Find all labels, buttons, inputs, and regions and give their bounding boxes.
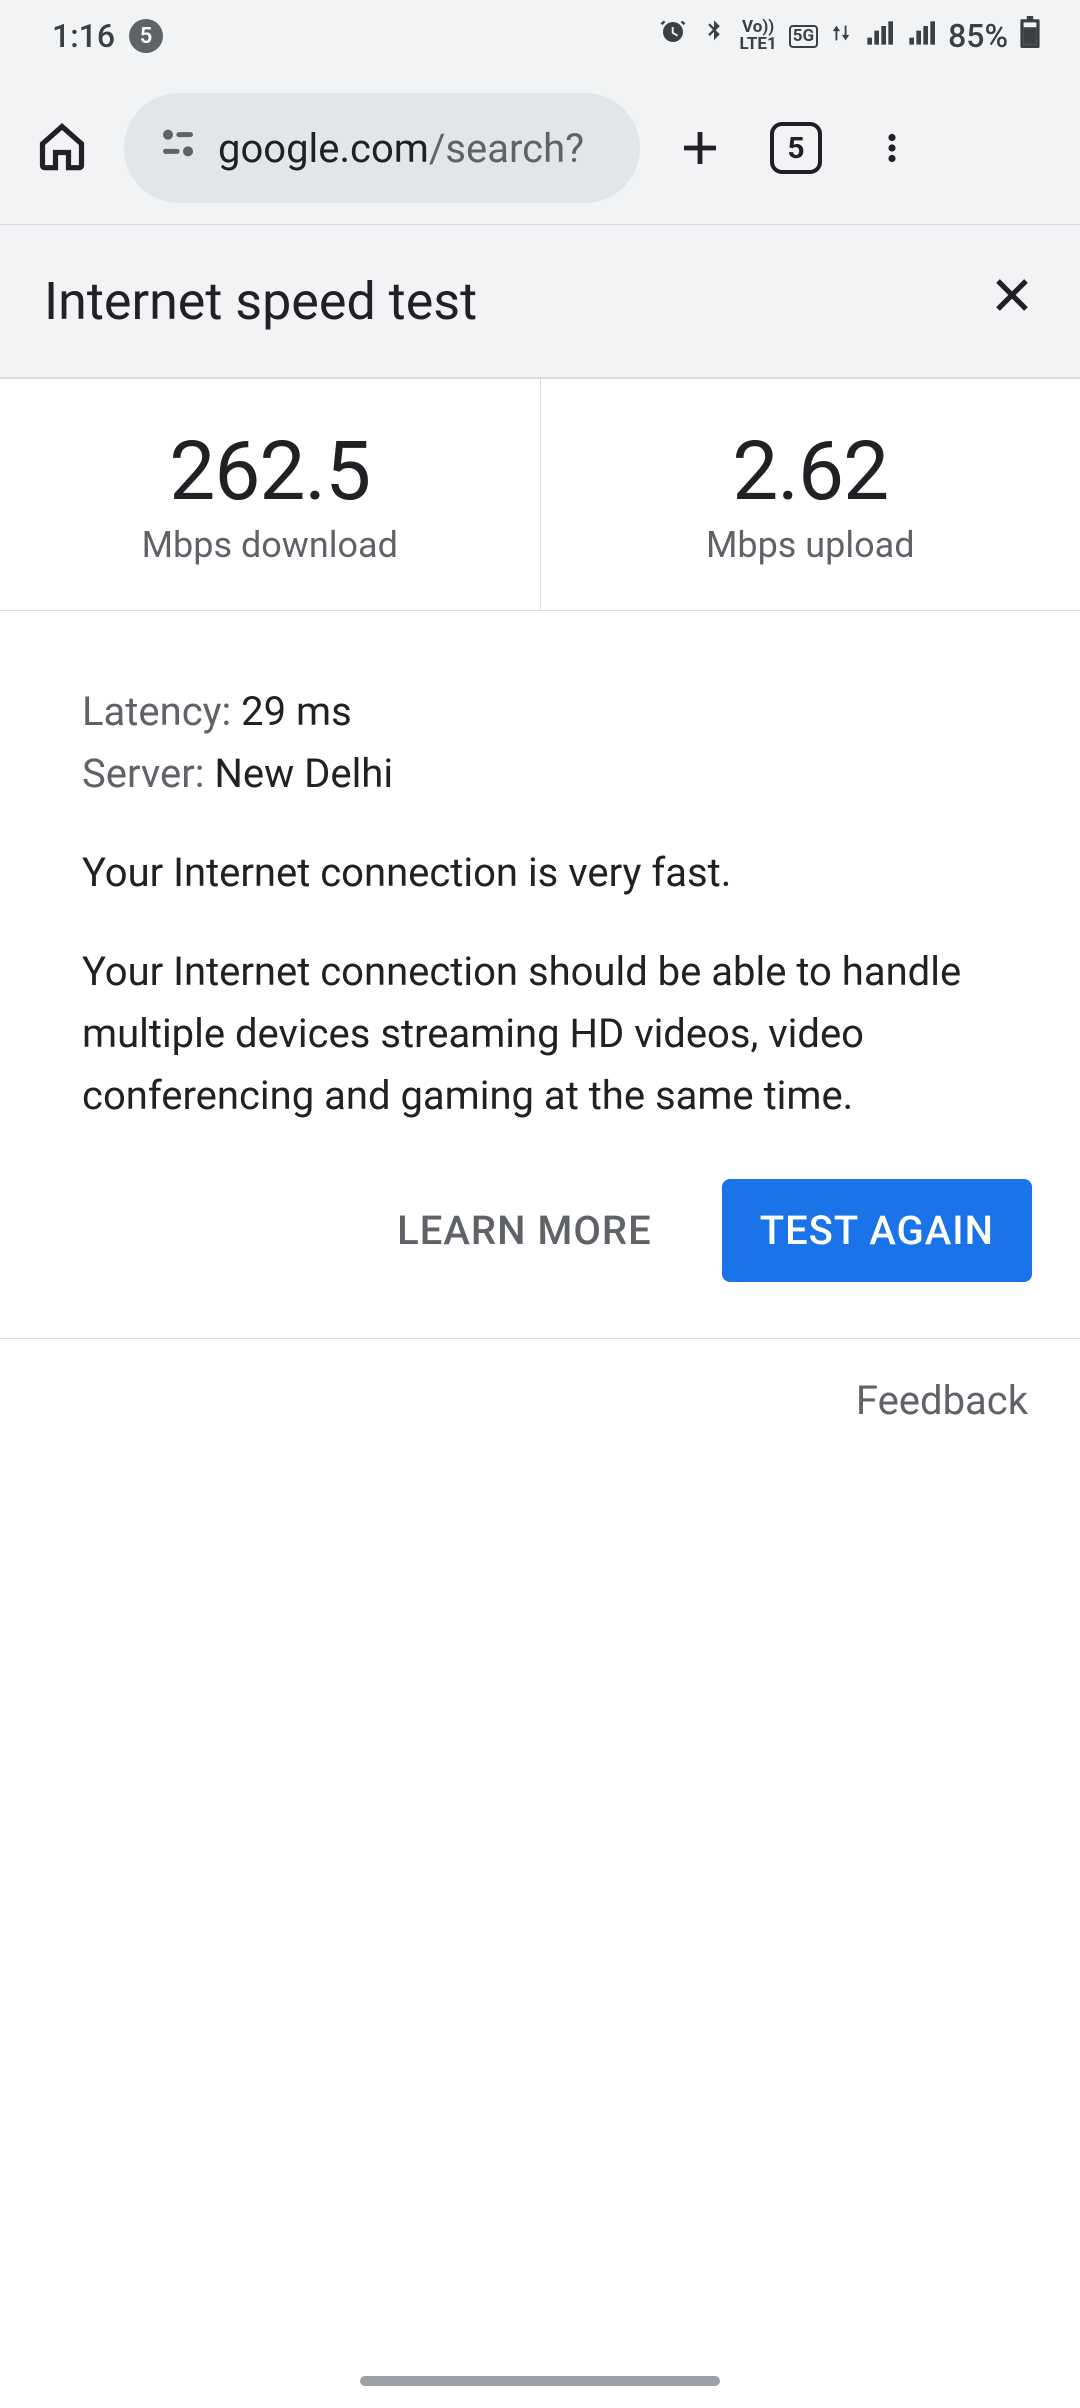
battery-percent: 85% bbox=[948, 17, 1008, 55]
signal-2-icon bbox=[906, 17, 936, 55]
upload-cell: 2.62 Mbps upload bbox=[541, 379, 1080, 610]
url-path: /search? bbox=[429, 125, 584, 172]
data-arrows-icon bbox=[830, 17, 852, 55]
upload-label: Mbps upload bbox=[706, 524, 915, 566]
feedback-link[interactable]: Feedback bbox=[0, 1339, 1080, 1424]
status-time: 1:16 bbox=[52, 17, 115, 55]
summary-text: Your Internet connection is very fast. bbox=[82, 843, 998, 903]
speed-results-row: 262.5 Mbps download 2.62 Mbps upload bbox=[0, 379, 1080, 611]
download-label: Mbps download bbox=[142, 524, 398, 566]
test-again-button[interactable]: TEST AGAIN bbox=[722, 1179, 1032, 1282]
download-value: 262.5 bbox=[169, 424, 370, 520]
page-title: Internet speed test bbox=[44, 271, 477, 332]
signal-1-icon bbox=[864, 17, 894, 55]
menu-button[interactable] bbox=[856, 124, 928, 172]
server-value: New Delhi bbox=[214, 750, 393, 797]
download-cell: 262.5 Mbps download bbox=[0, 379, 541, 610]
server-line: Server: New Delhi bbox=[82, 743, 998, 805]
notification-count-badge: 5 bbox=[129, 19, 163, 53]
alarm-icon bbox=[658, 17, 688, 55]
learn-more-button[interactable]: LEARN MORE bbox=[387, 1179, 662, 1282]
new-tab-button[interactable] bbox=[664, 124, 736, 172]
site-info-icon[interactable] bbox=[158, 123, 198, 173]
latency-line: Latency: 29 ms bbox=[82, 681, 998, 743]
network-5g-indicator: 5G bbox=[789, 25, 818, 48]
bluetooth-icon bbox=[700, 17, 728, 55]
url-domain: google.com bbox=[218, 125, 429, 172]
volte-indicator: Vo)) LTE1 bbox=[740, 19, 777, 53]
tab-switcher-button[interactable]: 5 bbox=[760, 122, 832, 174]
server-key: Server: bbox=[82, 750, 204, 797]
description-text: Your Internet connection should be able … bbox=[82, 941, 998, 1127]
battery-icon bbox=[1020, 16, 1040, 56]
gesture-handle[interactable] bbox=[360, 2376, 720, 2386]
latency-key: Latency: bbox=[82, 688, 231, 735]
home-button[interactable] bbox=[24, 108, 100, 188]
url-bar[interactable]: google.com/search? bbox=[124, 93, 640, 203]
browser-toolbar: google.com/search? 5 bbox=[0, 72, 1080, 224]
page-header: Internet speed test bbox=[0, 224, 1080, 379]
close-button[interactable] bbox=[988, 271, 1036, 332]
details-section: Latency: 29 ms Server: New Delhi Your In… bbox=[0, 611, 1080, 1282]
upload-value: 2.62 bbox=[732, 424, 888, 520]
tab-count: 5 bbox=[770, 122, 822, 174]
latency-value: 29 ms bbox=[241, 688, 352, 735]
status-bar: 1:16 5 Vo)) LTE1 5G 85% bbox=[0, 0, 1080, 72]
